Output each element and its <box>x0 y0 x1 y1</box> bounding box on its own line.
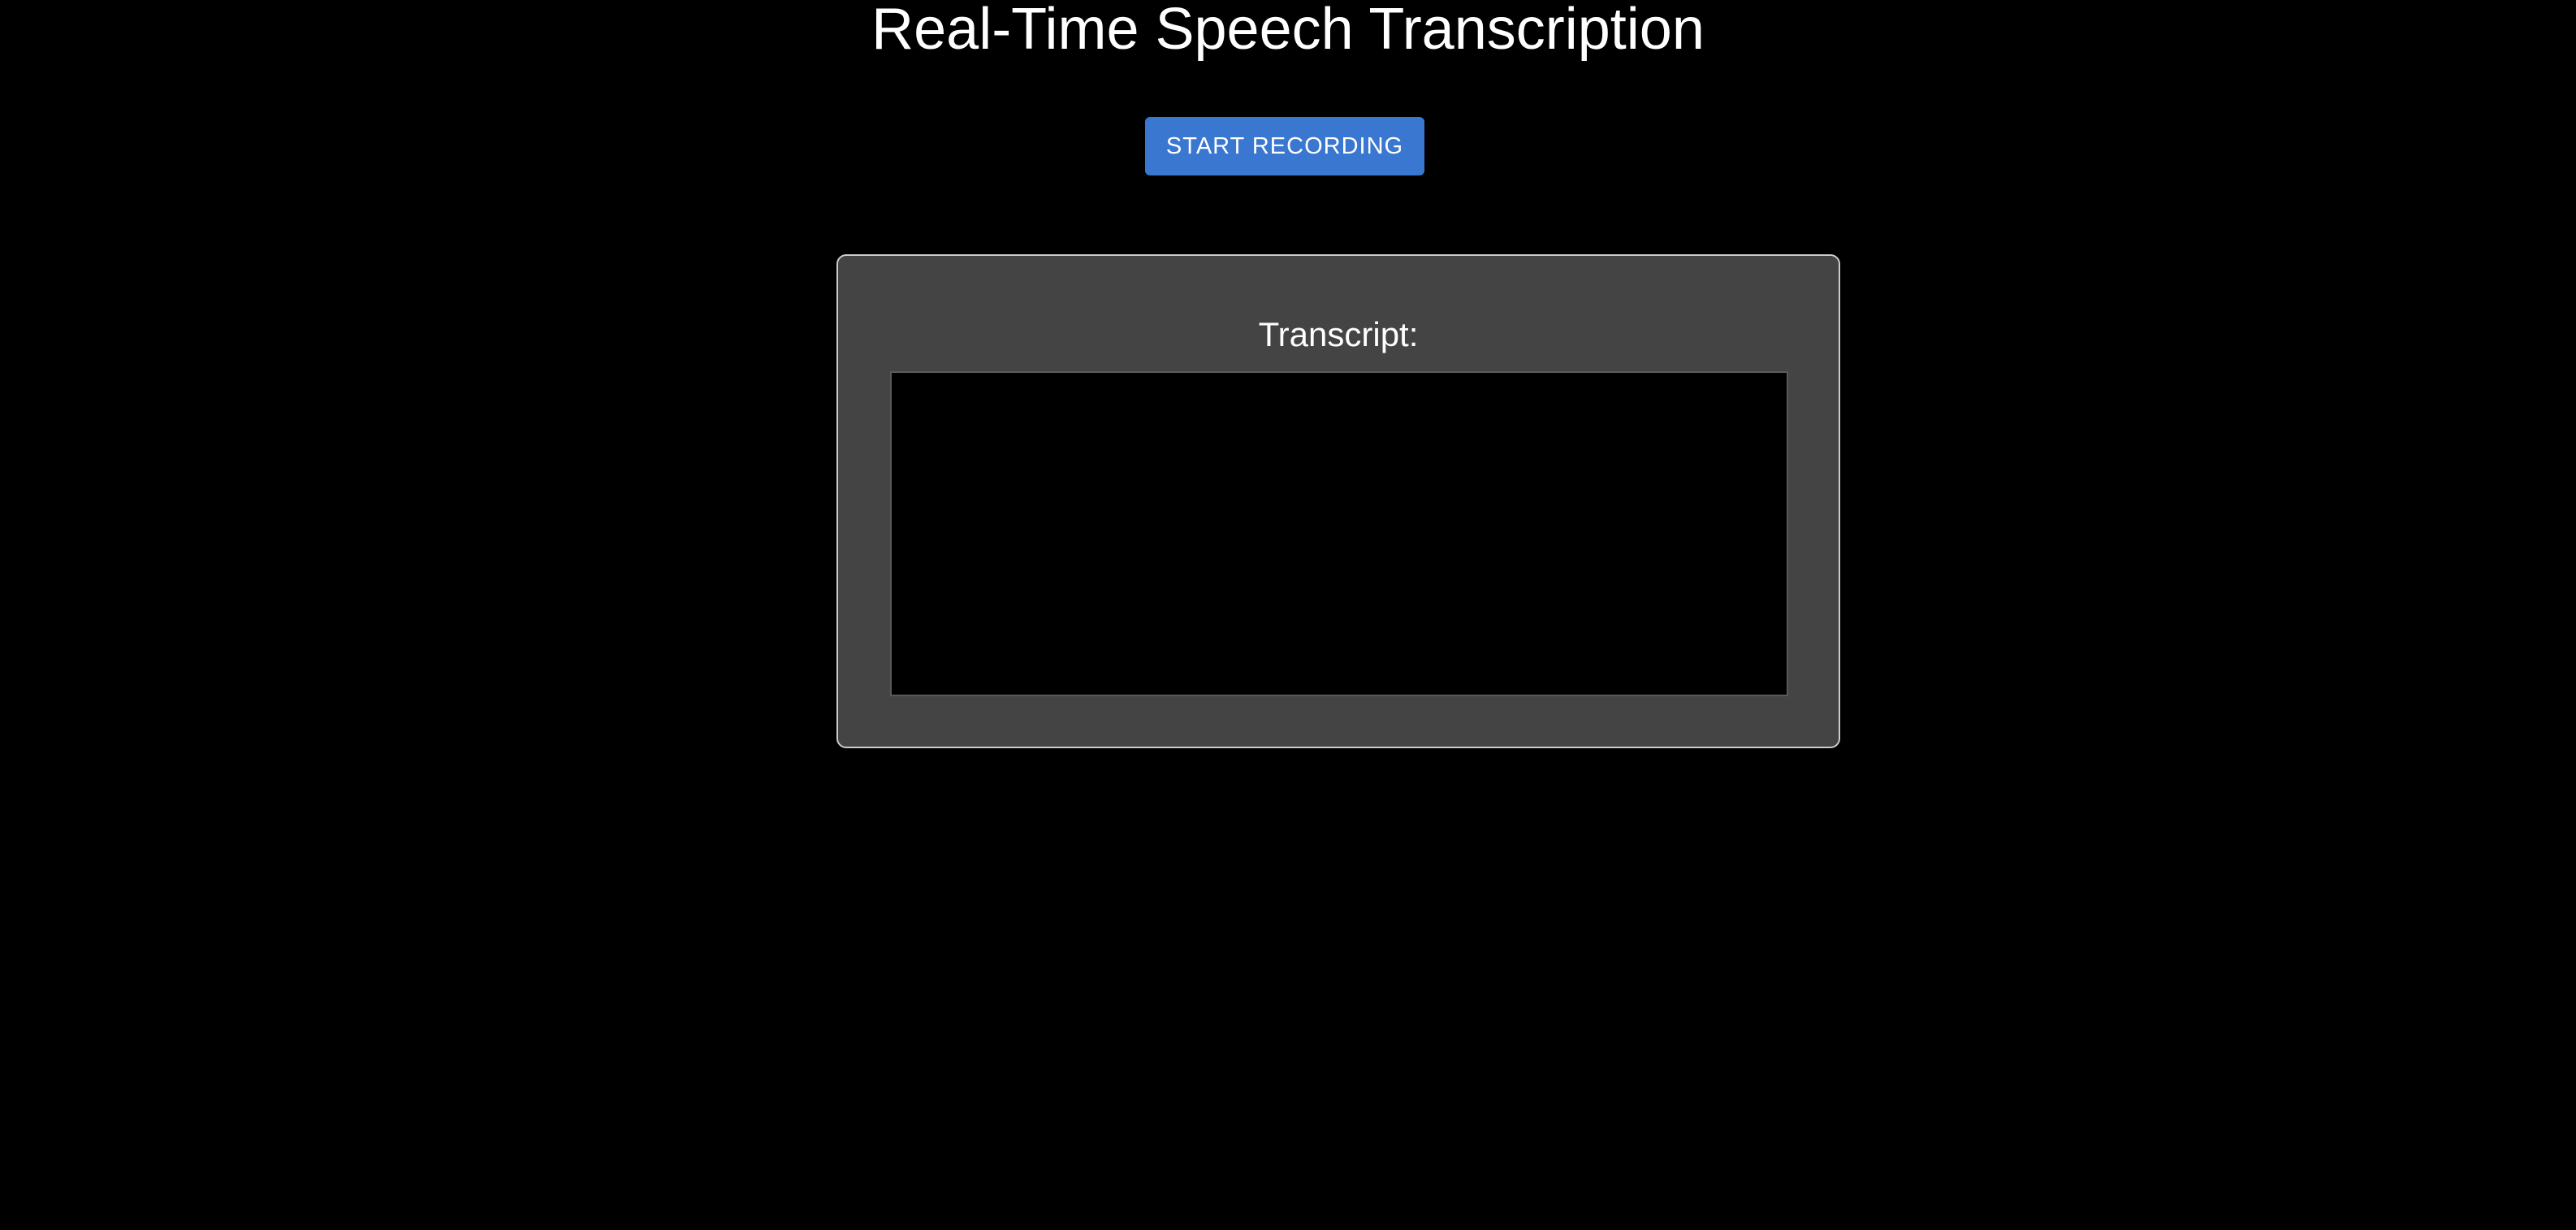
transcript-panel: Transcript: <box>836 254 1840 748</box>
page-title: Real-Time Speech Transcription <box>871 0 1705 62</box>
transcript-textarea[interactable] <box>890 371 1788 696</box>
page: Real-Time Speech Transcription START REC… <box>0 0 2576 1230</box>
start-recording-button[interactable]: START RECORDING <box>1145 117 1424 175</box>
transcript-label: Transcript: <box>1258 315 1419 353</box>
